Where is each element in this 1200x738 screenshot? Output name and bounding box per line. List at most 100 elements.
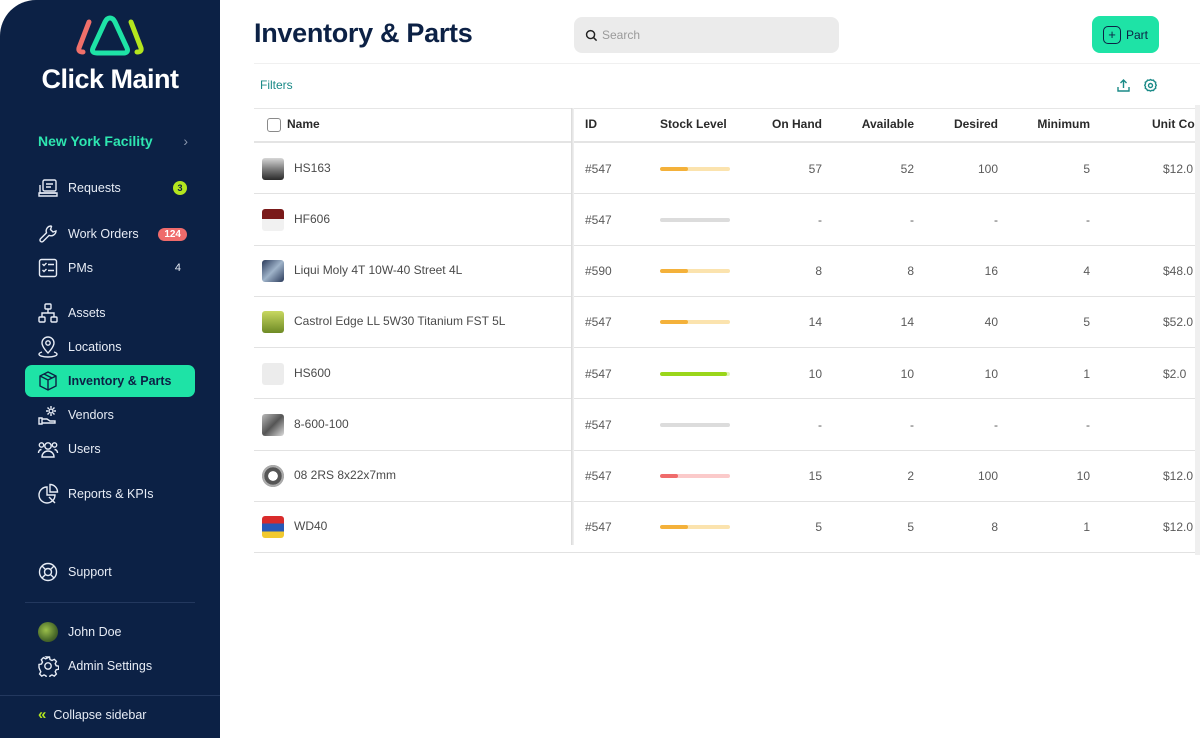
sidebar-item-inventory-parts[interactable]: Inventory & Parts — [25, 365, 195, 397]
part-name-link[interactable]: 08 2RS 8x22x7mm — [294, 468, 396, 482]
on-hand-value: - — [818, 212, 822, 227]
oil-can-thumbnail — [262, 260, 284, 282]
column-header-unit-cost[interactable]: Unit Cost — [1152, 117, 1200, 131]
facility-selector[interactable]: New York Facility › — [38, 131, 188, 151]
select-all-checkbox[interactable] — [267, 118, 281, 132]
stock-level-fill — [660, 269, 688, 273]
minimum-value: - — [1086, 417, 1090, 432]
sidebar-item-work-orders[interactable]: Work Orders 124 — [25, 219, 195, 249]
sidebar-item-vendors[interactable]: Vendors — [25, 400, 195, 430]
search-box[interactable] — [574, 17, 839, 53]
location-pin-icon — [37, 336, 59, 358]
chevron-right-icon: › — [183, 133, 188, 149]
add-part-button[interactable]: + Part — [1092, 16, 1159, 53]
available-value: 52 — [900, 161, 914, 176]
click-maint-logo-icon — [76, 15, 144, 56]
wrench-icon — [37, 223, 59, 245]
available-value: 8 — [907, 264, 914, 278]
facility-name: New York Facility — [38, 133, 153, 149]
table-row[interactable]: Castrol Edge LL 5W30 Titanium FST 5L #547… — [254, 297, 1200, 348]
table-row[interactable]: HF606 #547 - - - - — [254, 194, 1200, 246]
available-value: - — [910, 417, 914, 432]
part-name-link[interactable]: Castrol Edge LL 5W30 Titanium FST 5L — [294, 314, 505, 328]
part-name-link[interactable]: 8-600-100 — [294, 417, 349, 431]
table-row[interactable]: HS600 #547 10 10 10 1 $2.0 — [254, 348, 1200, 399]
double-chevron-left-icon: « — [38, 706, 47, 723]
part-id: #547 — [585, 315, 612, 330]
inventory-table: Name ID Stock Level On Hand Available De… — [254, 108, 1200, 553]
sidebar: Click Maint New York Facility › Requests… — [0, 0, 220, 738]
desired-value: 40 — [984, 315, 998, 330]
available-value: 14 — [900, 315, 914, 330]
export-icon[interactable] — [1116, 78, 1131, 93]
vendor-icon — [37, 404, 59, 426]
sidebar-divider — [0, 695, 220, 696]
sidebar-item-assets[interactable]: Assets — [25, 298, 195, 328]
stock-level-fill — [660, 166, 688, 171]
on-hand-value: - — [818, 417, 822, 432]
part-name-link[interactable]: HS163 — [294, 161, 331, 175]
stock-level-bar — [660, 525, 730, 530]
stock-level-fill — [660, 474, 678, 478]
stock-level-bar — [660, 166, 730, 171]
minimum-value: - — [1086, 212, 1090, 227]
part-name-link[interactable]: WD40 — [294, 519, 327, 533]
part-id: #547 — [585, 161, 612, 176]
table-row[interactable]: HS163 #547 57 52 100 5 $12.0 — [254, 143, 1200, 194]
sidebar-item-support[interactable]: Support — [25, 557, 195, 587]
desired-value: 100 — [977, 161, 998, 176]
column-header-on-hand[interactable]: On Hand — [772, 117, 822, 131]
logo[interactable]: Click Maint — [0, 14, 220, 95]
column-header-desired[interactable]: Desired — [954, 117, 998, 131]
part-name-link[interactable]: HF606 — [294, 212, 330, 226]
desired-value: 10 — [984, 366, 998, 381]
on-hand-value: 15 — [808, 469, 822, 483]
pms-count-badge: 4 — [174, 262, 181, 274]
gear-icon — [37, 655, 59, 677]
column-header-stock-level[interactable]: Stock Level — [660, 117, 727, 131]
available-value: - — [910, 212, 914, 227]
table-row[interactable]: 08 2RS 8x22x7mm #547 15 2 100 10 $12.0 — [254, 451, 1200, 502]
pie-chart-icon — [37, 483, 59, 505]
part-id: #590 — [585, 264, 612, 278]
on-hand-value: 8 — [815, 264, 822, 278]
stock-level-bar — [660, 422, 730, 427]
work-orders-count-badge: 124 — [158, 227, 187, 241]
sidebar-item-reports-kpis[interactable]: Reports & KPIs — [25, 479, 195, 509]
search-input[interactable] — [602, 28, 822, 42]
column-header-id[interactable]: ID — [585, 117, 597, 131]
part-id: #547 — [585, 366, 612, 381]
part-name-link[interactable]: HS600 — [294, 366, 331, 380]
column-header-minimum[interactable]: Minimum — [1037, 117, 1090, 131]
minimum-value: 10 — [1076, 469, 1090, 483]
settings-gear-icon[interactable] — [1143, 78, 1158, 93]
plus-icon: + — [1102, 25, 1121, 44]
sidebar-item-user-profile[interactable]: John Doe — [25, 617, 195, 647]
spray-can-thumbnail — [262, 516, 284, 539]
sidebar-item-locations[interactable]: Locations — [25, 332, 195, 362]
unit-cost-value: $52.0 — [1163, 315, 1194, 330]
desired-value: - — [994, 212, 998, 227]
page-title: Inventory & Parts — [254, 18, 473, 48]
table-row[interactable]: 8-600-100 #547 - - - - — [254, 399, 1200, 451]
lifebuoy-icon — [37, 561, 59, 583]
sidebar-item-requests[interactable]: Requests 3 — [25, 173, 195, 203]
filter-part-thumbnail — [262, 208, 284, 231]
sidebar-item-users[interactable]: Users — [25, 434, 195, 464]
on-hand-value: 10 — [808, 366, 822, 381]
collapse-sidebar-button[interactable]: « Collapse sidebar — [38, 706, 146, 723]
brand-name: Click Maint — [41, 64, 179, 94]
unit-cost-value: $12.0 — [1163, 520, 1194, 535]
bearing-thumbnail — [262, 465, 284, 487]
table-row[interactable]: WD40 #547 5 5 8 1 $12.0 — [254, 502, 1200, 553]
on-hand-value: 57 — [808, 161, 822, 176]
column-header-name[interactable]: Name — [287, 117, 320, 131]
column-header-available[interactable]: Available — [862, 117, 914, 131]
sidebar-divider — [25, 602, 195, 603]
horizontal-scroll-edge[interactable] — [1195, 105, 1200, 555]
table-row[interactable]: Liqui Moly 4T 10W-40 Street 4L #590 8 8 16 4 $… — [254, 246, 1200, 297]
filters-button[interactable]: Filters — [260, 78, 293, 92]
sidebar-item-pms[interactable]: PMs 4 — [25, 253, 195, 283]
part-name-link[interactable]: Liqui Moly 4T 10W-40 Street 4L — [294, 263, 462, 277]
sidebar-item-admin-settings[interactable]: Admin Settings — [25, 651, 195, 681]
